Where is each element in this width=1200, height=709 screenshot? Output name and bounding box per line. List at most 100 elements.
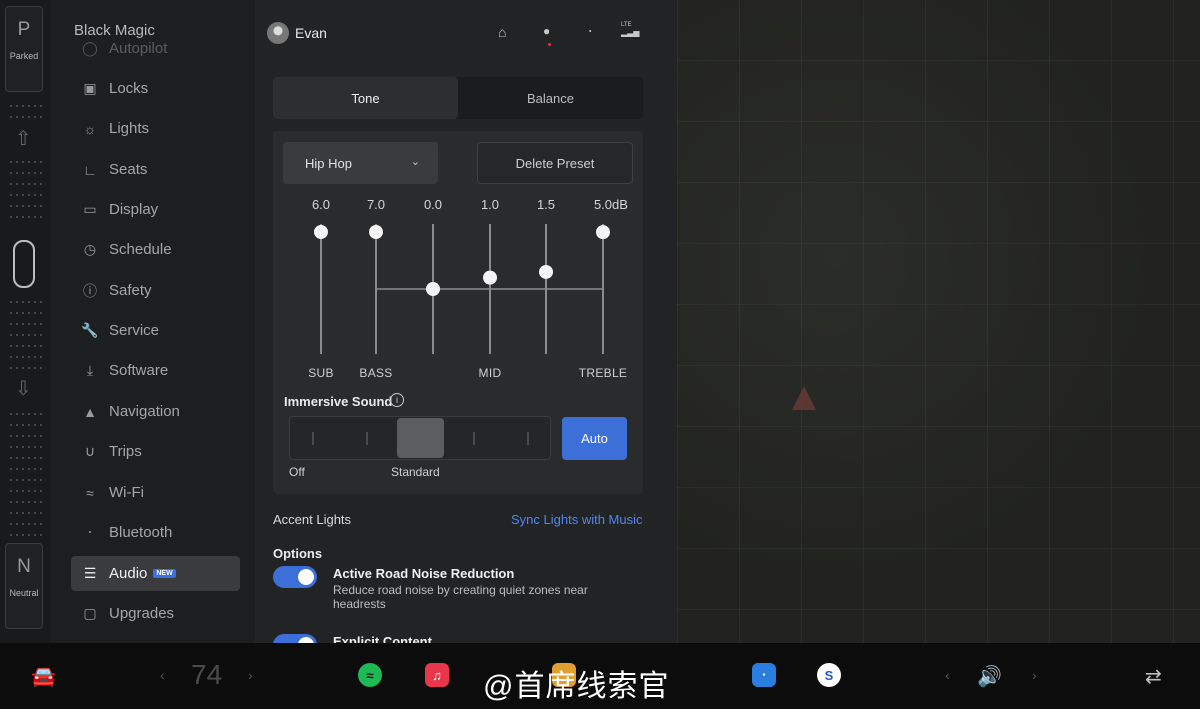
display-icon: ▭ [83,201,97,217]
gear-dots-upper [8,96,42,127]
sidebar-item-label: Lights [109,120,150,137]
sidebar-item-wifi[interactable]: ≈ Wi-Fi [71,475,240,510]
bluetooth-icon[interactable]: ᛫ [586,24,594,40]
slider-tick [473,432,475,445]
bluetooth-icon: ᛫ [85,524,95,541]
gear-dots-lower [8,292,42,378]
map-marker-icon [792,386,816,410]
sidebar-item-label: Service [109,322,160,339]
sidebar-item-label: Schedule [109,241,172,258]
safety-icon: ⓘ [83,282,97,299]
sidebar-item-label: Safety [109,282,152,299]
bell-icon[interactable]: ● [543,24,550,38]
slider-thumb[interactable] [397,418,444,458]
volume-icon[interactable]: 🔊 [977,664,1002,689]
avatar[interactable] [267,22,289,44]
eq-value-label: 1.5 [536,197,556,212]
temperature-display[interactable]: 74 [191,659,222,691]
car-topview-icon [13,240,35,288]
arrow-up-icon: ⇧ [15,128,32,150]
new-badge: NEW [153,569,176,578]
eq-band-label: SUB [308,366,334,380]
music-icon[interactable]: ♫ [425,663,449,687]
car-name: Black Magic [74,22,155,39]
gear-dots-mid [8,152,42,227]
map-view[interactable] [677,0,1200,643]
eq-value-label: 7.0 [366,197,386,212]
sidebar-item-software[interactable]: ⤓ Software [71,353,240,388]
sidebar-item-schedule[interactable]: ◷ Schedule [71,232,240,267]
sidebar-item-locks[interactable]: ▣ Locks [71,71,240,106]
volume-up-icon[interactable]: › [1032,667,1037,683]
info-icon[interactable]: i [390,393,404,407]
eq-value-label: 1.0 [480,197,500,212]
immersive-sound-slider[interactable] [289,416,551,460]
eq-band-label: TREBLE [578,366,628,380]
slider-tick [312,432,314,445]
gear-dots-bottom [8,404,42,545]
sidebar-item-label: Audio [109,565,148,582]
eq-slider-knob[interactable] [539,264,553,279]
eq-value-label: 0.0 [423,197,443,212]
sync-lights-link[interactable]: Sync Lights with Music [511,512,643,527]
eq-slider-knob[interactable] [483,270,497,285]
sidebar-item-label: Trips [109,443,142,460]
volume-down-icon[interactable]: ‹ [945,667,950,683]
sidebar-item-display[interactable]: ▭ Display [71,192,240,227]
home-icon[interactable]: ⌂ [498,24,506,40]
sidebar-item-label: Wi-Fi [109,484,144,501]
bag-icon: ▢ [83,605,97,621]
sidebar-item-bluetooth[interactable]: ᛫ Bluetooth [71,515,240,550]
bluetooth-app-icon[interactable]: ᛫ [752,663,776,687]
sidebar-item-label: Display [109,201,159,218]
lte-signal-icon: LTE ▂▃▅ [621,22,640,37]
tab-balance[interactable]: Balance [458,77,643,119]
sidebar-item-label: Navigation [109,403,180,420]
watermark-text: @首席线索官 [483,670,670,703]
sidebar-item-safety[interactable]: ⓘ Safety [71,273,240,308]
sidebar-item-upgrades[interactable]: ▢ Upgrades [71,596,240,631]
sidebar-item-label: Locks [109,80,149,97]
equalizer-icon: ☰ [83,565,97,581]
car-icon[interactable]: 🚘 [31,664,56,689]
sidebar-item-autopilot[interactable]: ◯ Autopilot [71,38,240,58]
slider-tick [527,432,529,445]
sidebar-item-label: Bluetooth [109,524,173,541]
gear-neutral-box[interactable]: N Neutral [5,543,43,629]
road-noise-toggle[interactable] [273,566,317,588]
eq-slider-knob[interactable] [314,225,328,239]
sidebar-item-navigation[interactable]: ▲ Navigation [71,394,240,429]
top-status-bar: Evan ⌂ ● ᛫ LTE ▂▃▅ [255,0,677,62]
audio-settings-panel: Evan ⌂ ● ᛫ LTE ▂▃▅ Tone Balance Hip Hop ⌄… [255,0,677,656]
user-name[interactable]: Evan [295,25,327,41]
eq-slider-knob[interactable] [426,282,440,296]
tab-tone[interactable]: Tone [273,77,458,119]
stitcher-icon[interactable]: S [817,663,841,687]
settings-sidebar: Black Magic ◯ Autopilot ▣ Locks ☼ Lights… [50,0,255,643]
temp-up-icon[interactable]: › [248,667,253,683]
eq-slider-knob[interactable] [369,225,383,239]
eq-slider-knob[interactable] [596,225,610,240]
spotify-icon[interactable]: ≈ [358,663,382,687]
sun-icon: ☼ [83,120,97,137]
temp-down-icon[interactable]: ‹ [160,667,165,683]
wifi-icon: ≈ [86,484,94,501]
eq-band-label: BASS [359,366,393,380]
sidebar-item-service[interactable]: 🔧 Service [71,313,240,348]
sidebar-item-trips[interactable]: ∪ Trips [71,434,240,469]
gear-state-bottom: Neutral [9,588,39,598]
swap-icon[interactable]: ⇄ [1145,664,1162,689]
lock-icon: ▣ [83,80,97,96]
sidebar-item-label: Upgrades [109,605,175,622]
sidebar-item-seats[interactable]: ∟ Seats [71,152,240,187]
slider-tick [366,432,368,445]
sidebar-item-audio[interactable]: ☰ Audio NEW [71,556,240,591]
bottom-bar: 🚘 ‹ 74 › ≈ ♫ ᛫ S ‹ 🔊 › ⇄ @首席线索官 [0,643,1200,709]
immersive-off-label: Off [289,465,305,479]
gear-state-top: Parked [9,51,39,61]
gear-park-box[interactable]: P Parked [5,6,43,92]
notification-dot [548,43,551,46]
auto-button[interactable]: Auto [562,417,627,460]
eq-unit-label: dB [612,197,628,212]
sidebar-item-lights[interactable]: ☼ Lights [71,111,240,146]
